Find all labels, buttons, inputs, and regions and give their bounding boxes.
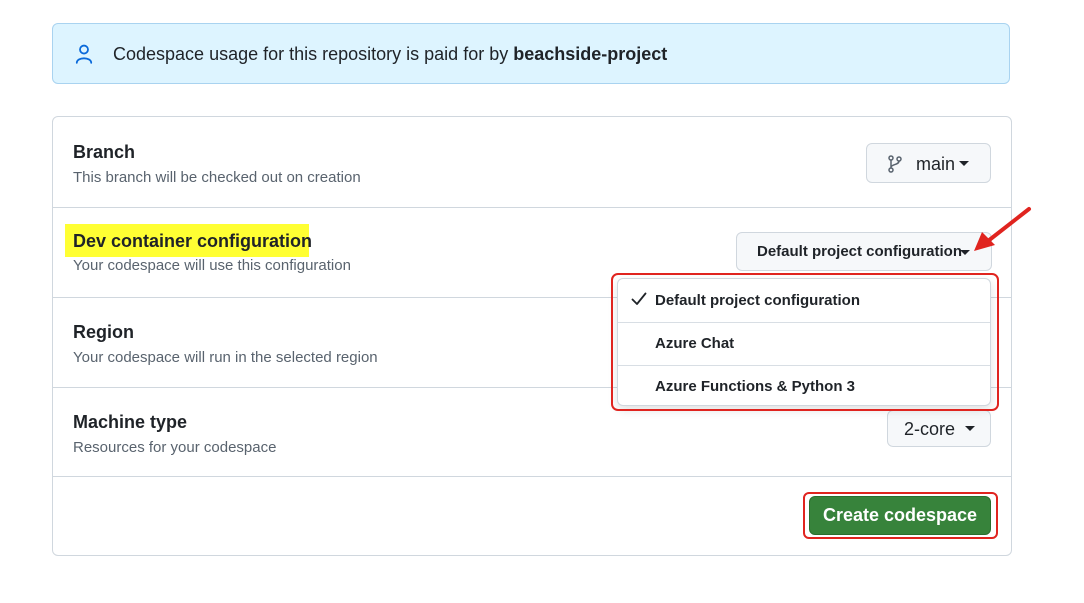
branch-row: Branch This branch will be checked out o… bbox=[53, 117, 1011, 208]
git-branch-icon bbox=[888, 155, 902, 173]
region-title: Region bbox=[73, 322, 134, 342]
machine-type-select-button[interactable]: 2-core bbox=[887, 410, 991, 447]
branch-select-button[interactable]: main bbox=[866, 143, 991, 183]
dev-container-select-button[interactable]: Default project configuration bbox=[736, 232, 992, 271]
create-button-annotation-outline bbox=[803, 492, 998, 539]
dev-container-title: Dev container configuration bbox=[73, 231, 313, 251]
dev-container-select-label: Default project configuration bbox=[757, 243, 963, 260]
dev-container-description: Your codespace will use this configurati… bbox=[73, 257, 351, 274]
billing-message: Codespace usage for this repository is p… bbox=[113, 44, 667, 65]
annotation-arrow-icon bbox=[974, 207, 1031, 251]
machine-type-description: Resources for your codespace bbox=[73, 439, 277, 456]
menu-annotation-outline bbox=[611, 273, 999, 411]
billing-banner: Codespace usage for this repository is p… bbox=[52, 23, 1010, 84]
billing-message-text: Codespace usage for this repository is p… bbox=[113, 44, 514, 64]
branch-description: This branch will be checked out on creat… bbox=[73, 169, 361, 186]
region-description: Your codespace will run in the selected … bbox=[73, 349, 378, 366]
billing-owner: beachside-project bbox=[513, 44, 668, 64]
machine-type-select-label: 2-core bbox=[904, 419, 956, 439]
machine-type-title: Machine type bbox=[73, 412, 188, 432]
person-icon bbox=[75, 44, 93, 64]
chevron-down-icon bbox=[959, 161, 969, 166]
chevron-down-icon bbox=[965, 426, 975, 431]
branch-title: Branch bbox=[73, 142, 136, 162]
branch-select-label: main bbox=[916, 154, 956, 174]
